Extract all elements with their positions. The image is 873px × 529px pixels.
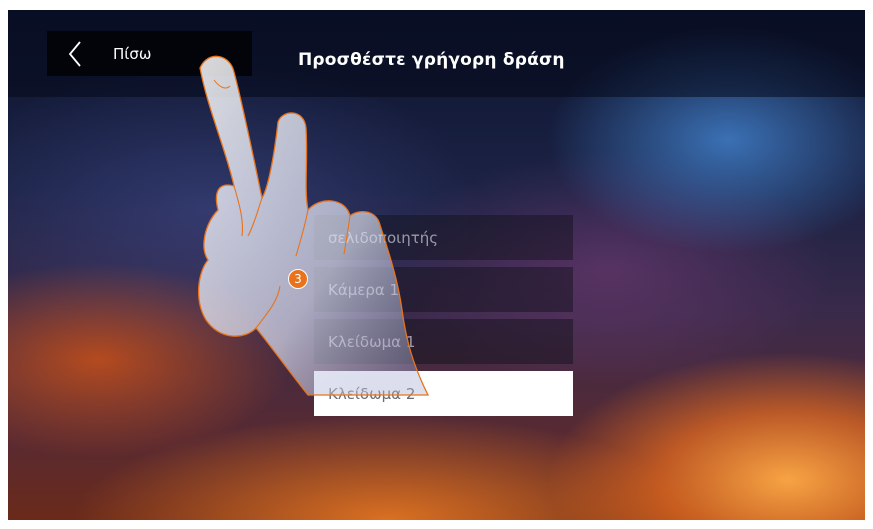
list-item-lock-1[interactable]: Κλείδωμα 1 (314, 319, 573, 364)
back-label: Πίσω (113, 44, 152, 63)
back-button[interactable]: Πίσω (47, 31, 252, 76)
list-item-pager[interactable]: σελιδοποιητής (314, 215, 573, 260)
chevron-left-icon (55, 31, 95, 76)
list-item-lock-2[interactable]: Κλείδωμα 2 (314, 371, 573, 416)
top-bar: Πίσω Προσθέστε γρήγορη δράση (8, 10, 865, 97)
page-title: Προσθέστε γρήγορη δράση (298, 50, 565, 70)
step-number-badge: 3 (288, 269, 308, 289)
device-screen: Πίσω Προσθέστε γρήγορη δράση σελιδοποιητ… (8, 10, 865, 520)
quick-action-list: σελιδοποιητής Κάμερα 1 Κλείδωμα 1 Κλείδω… (314, 215, 573, 423)
list-item-camera-1[interactable]: Κάμερα 1 (314, 267, 573, 312)
list-item-label: σελιδοποιητής (328, 228, 439, 247)
list-item-label: Κλείδωμα 1 (328, 332, 416, 351)
list-item-label: Κάμερα 1 (328, 280, 400, 299)
list-item-label: Κλείδωμα 2 (328, 384, 416, 403)
